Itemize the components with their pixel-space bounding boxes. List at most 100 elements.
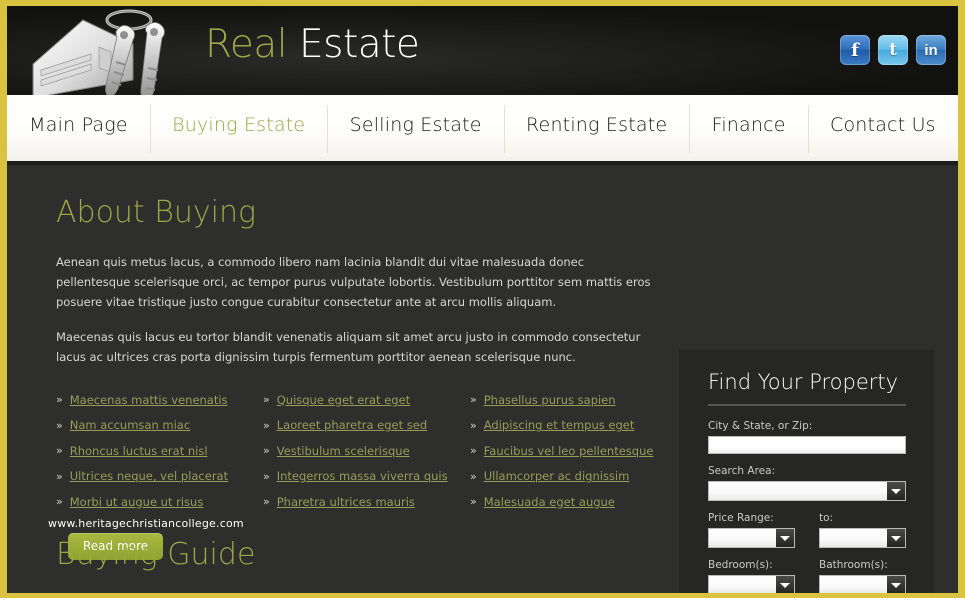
content-link[interactable]: Ultrices neque, vel placerat — [70, 469, 228, 483]
content-link[interactable]: Morbi ut augue ut risus — [70, 495, 204, 509]
list-item[interactable]: » Adipiscing et tempus eget — [470, 413, 656, 439]
price-to-label: to: — [819, 512, 834, 524]
chevron-right-icon: » — [56, 469, 63, 483]
bathrooms-select[interactable] — [819, 575, 906, 595]
price-to-group: to: — [819, 512, 906, 559]
list-item[interactable]: » Integerros massa viverra quis — [263, 464, 470, 490]
social-links: f t in — [840, 35, 946, 65]
facebook-glyph: f — [851, 39, 859, 61]
content-link[interactable]: Adipiscing et tempus eget — [484, 418, 635, 432]
twitter-glyph: t — [889, 40, 897, 60]
page-title: About Buying — [56, 195, 256, 230]
nav-item-main-page[interactable]: Main Page — [7, 95, 150, 161]
logo-text-primary: Real — [205, 22, 288, 67]
main-navigation: Main Page Buying Estate Selling Estate R… — [7, 95, 958, 165]
content-link[interactable]: Quisque eget erat eget — [277, 393, 410, 407]
search-area-select[interactable] — [708, 481, 906, 501]
list-item[interactable]: » Phasellus purus sapien — [470, 387, 656, 413]
content-link[interactable]: Pharetra ultrices mauris — [277, 495, 415, 509]
watermark-text: www.heritagechristiancollege.com — [48, 517, 244, 530]
bathrooms-select-wrap — [819, 575, 906, 595]
nav-item-renting-estate[interactable]: Renting Estate — [503, 95, 690, 161]
price-from-select-wrap — [708, 528, 795, 548]
bathrooms-label: Bathroom(s): — [819, 559, 888, 571]
nav-item-selling-estate[interactable]: Selling Estate — [327, 95, 503, 161]
chevron-right-icon: » — [470, 444, 477, 458]
chevron-right-icon: » — [470, 418, 477, 432]
site-header: Real Estate f t in — [7, 6, 958, 95]
price-range-row: Price Range: to: — [708, 512, 908, 559]
chevron-right-icon: » — [263, 393, 270, 407]
nav-item-contact-us[interactable]: Contact Us — [807, 95, 958, 161]
list-item[interactable]: » Ullamcorper ac dignissim — [470, 464, 656, 490]
page-root: Real Estate f t in Main Page Buying Esta… — [0, 0, 965, 598]
chevron-right-icon: » — [263, 469, 270, 483]
chevron-right-icon: » — [263, 418, 270, 432]
content-link[interactable]: Laoreet pharetra eget sed — [277, 418, 427, 432]
nav-item-finance[interactable]: Finance — [689, 95, 807, 161]
bedrooms-select-wrap — [708, 575, 795, 595]
twitter-icon[interactable]: t — [878, 35, 908, 65]
chevron-right-icon: » — [56, 495, 63, 509]
chevron-right-icon: » — [470, 495, 477, 509]
linkedin-glyph: in — [924, 41, 938, 59]
bottom-frame-bar — [7, 593, 958, 598]
city-state-zip-label: City & State, or Zip: — [708, 420, 813, 432]
list-item[interactable]: » Vestibulum scelerisque — [263, 438, 470, 464]
chevron-right-icon: » — [470, 469, 477, 483]
link-column-3: » Phasellus purus sapien » Adipiscing et t… — [470, 387, 656, 515]
city-state-zip-input[interactable] — [708, 436, 906, 454]
intro-paragraph-2: Maecenas quis lacus eu tortor blandit ve… — [56, 330, 641, 364]
list-item[interactable]: » Faucibus vel leo pellentesque — [470, 438, 656, 464]
price-range-label: Price Range: — [708, 512, 774, 524]
content-link[interactable]: Malesuada eget augue — [484, 495, 615, 509]
main-content: About Buying Aenean quis metus lacus, a … — [48, 165, 656, 560]
house-keys-icon — [32, 9, 165, 95]
price-to-select-wrap — [819, 528, 906, 548]
nav-item-buying-estate[interactable]: Buying Estate — [149, 95, 328, 161]
title-divider — [708, 404, 906, 406]
sidebar-title: Find Your Property — [708, 370, 899, 394]
list-item[interactable]: » Maecenas mattis venenatis — [56, 387, 263, 413]
buying-guide-title: Buying Guide — [56, 537, 256, 572]
content-link[interactable]: Faucibus vel leo pellentesque — [484, 444, 654, 458]
content-link[interactable]: Nam accumsan miac — [70, 418, 190, 432]
content-link[interactable]: Ullamcorper ac dignissim — [484, 469, 630, 483]
list-item[interactable]: » Nam accumsan miac — [56, 413, 263, 439]
price-from-group: Price Range: — [708, 512, 795, 559]
list-item[interactable]: » Pharetra ultrices mauris — [263, 489, 470, 515]
list-item[interactable]: » Ultrices neque, vel placerat — [56, 464, 263, 490]
chevron-right-icon: » — [56, 418, 63, 432]
intro-paragraph-1: Aenean quis metus lacus, a commodo liber… — [56, 255, 651, 309]
content-link[interactable]: Maecenas mattis venenatis — [70, 393, 228, 407]
content-link[interactable]: Phasellus purus sapien — [484, 393, 616, 407]
list-item[interactable]: » Laoreet pharetra eget sed — [263, 413, 470, 439]
chevron-right-icon: » — [470, 393, 477, 407]
content-link[interactable]: Vestibulum scelerisque — [277, 444, 410, 458]
bedrooms-label: Bedroom(s): — [708, 559, 773, 571]
list-item[interactable]: » Rhoncus luctus erat nisl — [56, 438, 263, 464]
bedrooms-select[interactable] — [708, 575, 795, 595]
price-to-select[interactable] — [819, 528, 906, 548]
site-logo[interactable]: Real Estate — [205, 22, 420, 67]
list-item[interactable]: » Quisque eget erat eget — [263, 387, 470, 413]
page-body: About Buying Aenean quis metus lacus, a … — [7, 165, 958, 598]
link-column-2: » Quisque eget erat eget » Laoreet pharetr… — [263, 387, 470, 515]
chevron-right-icon: » — [56, 393, 63, 407]
list-item[interactable]: » Morbi ut augue ut risus — [56, 489, 263, 515]
chevron-right-icon: » — [56, 444, 63, 458]
search-area-label: Search Area: — [708, 465, 776, 477]
search-area-select-wrap — [708, 481, 906, 501]
link-column-1: » Maecenas mattis venenatis » Nam accumsan… — [56, 387, 263, 515]
list-item[interactable]: » Malesuada eget augue — [470, 489, 656, 515]
linkedin-icon[interactable]: in — [916, 35, 946, 65]
chevron-right-icon: » — [263, 495, 270, 509]
find-property-panel: Find Your Property City & State, or Zip:… — [679, 350, 934, 598]
content-link[interactable]: Rhoncus luctus erat nisl — [70, 444, 208, 458]
chevron-right-icon: » — [263, 444, 270, 458]
logo-text-secondary: Estate — [298, 22, 420, 67]
link-columns: » Maecenas mattis venenatis » Nam accumsan… — [56, 387, 656, 515]
facebook-icon[interactable]: f — [840, 35, 870, 65]
content-link[interactable]: Integerros massa viverra quis — [277, 469, 448, 483]
price-from-select[interactable] — [708, 528, 795, 548]
